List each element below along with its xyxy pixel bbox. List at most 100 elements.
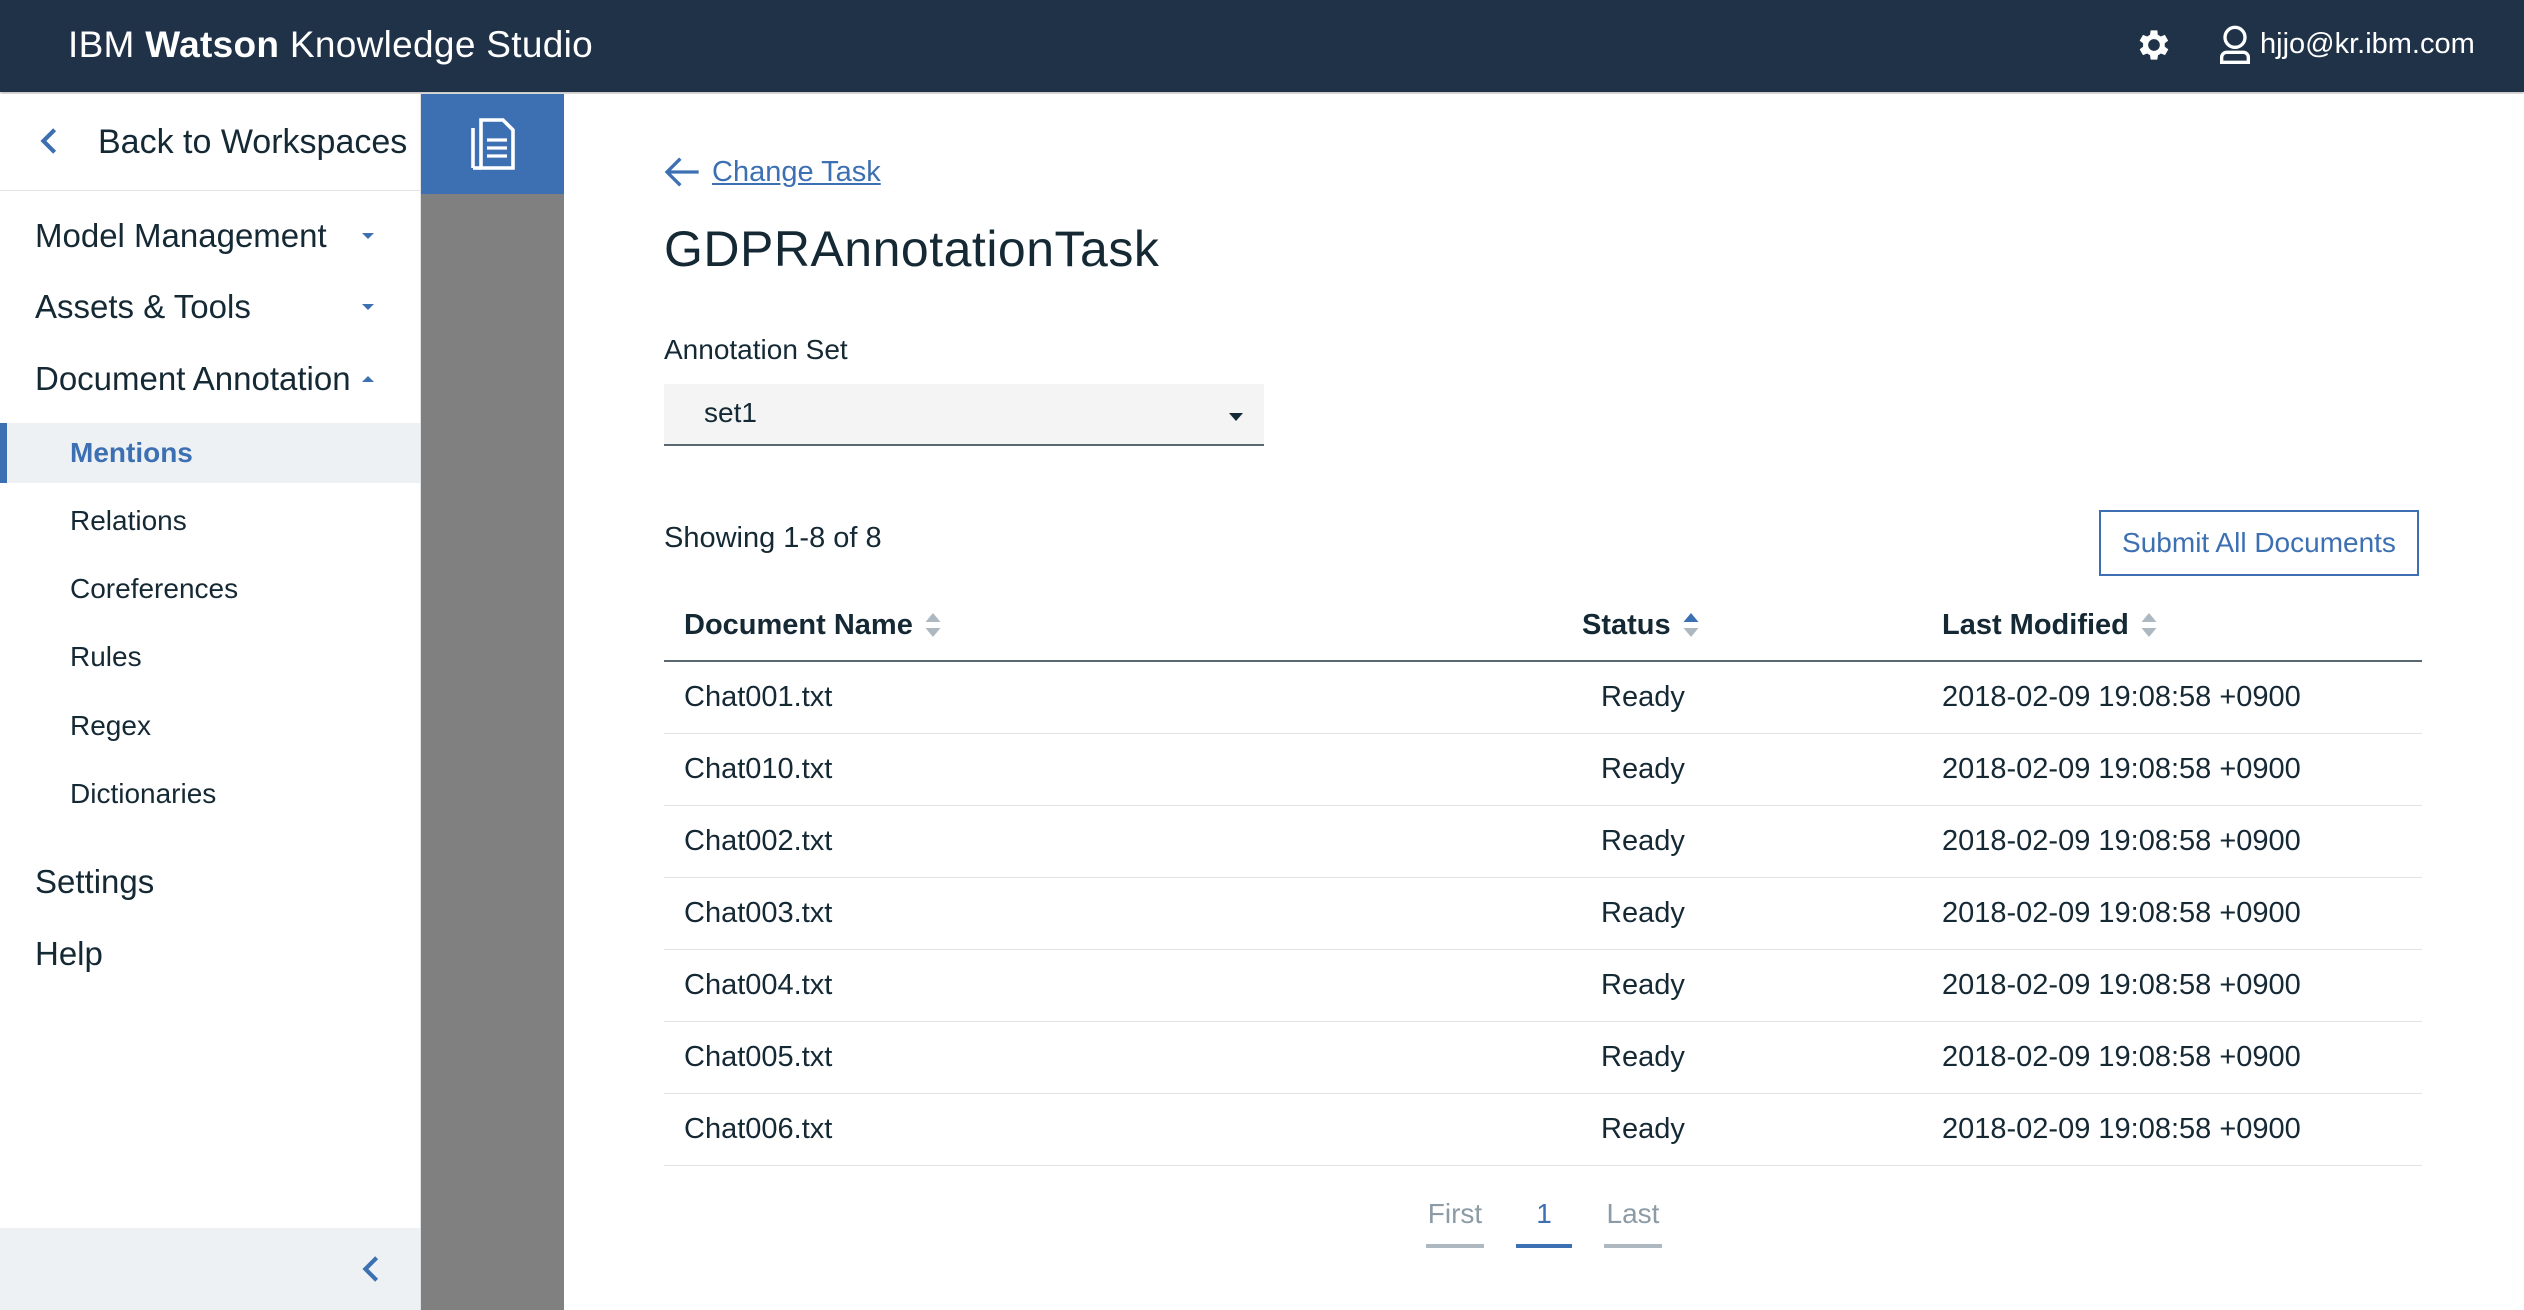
document-status: Ready bbox=[1601, 969, 1685, 1001]
user-icon bbox=[2220, 25, 2250, 64]
table-row[interactable]: Chat010.txt Ready 2018-02-09 19:08:58 +0… bbox=[664, 734, 2422, 806]
documents-table: Document Name Status Last Modified Chat0… bbox=[664, 590, 2422, 1166]
pagination-last-label: Last bbox=[1606, 1198, 1660, 1229]
annotation-set-value: set1 bbox=[704, 397, 757, 428]
document-status: Ready bbox=[1601, 1041, 1685, 1073]
document-name[interactable]: Chat003.txt bbox=[684, 878, 832, 949]
caret-up-icon bbox=[362, 376, 374, 382]
document-status: Ready bbox=[1601, 825, 1685, 857]
pagination-underline bbox=[1604, 1244, 1662, 1248]
nav-label: Help bbox=[35, 935, 103, 972]
document-name[interactable]: Chat004.txt bbox=[684, 950, 832, 1021]
annotation-set-select[interactable]: set1 bbox=[664, 384, 1264, 446]
document-status: Ready bbox=[1601, 753, 1685, 785]
table-row[interactable]: Chat002.txt Ready 2018-02-09 19:08:58 +0… bbox=[664, 806, 2422, 878]
brand-suffix: Knowledge Studio bbox=[289, 24, 593, 65]
document-list-button[interactable] bbox=[421, 94, 564, 194]
document-last-modified: 2018-02-09 19:08:58 +0900 bbox=[1942, 825, 2301, 857]
nav-sub-label: Dictionaries bbox=[70, 778, 217, 809]
document-status: Ready bbox=[1601, 897, 1685, 929]
column-header-label: Document Name bbox=[684, 609, 913, 641]
column-header-document-name[interactable]: Document Name bbox=[684, 590, 943, 660]
back-label: Back to Workspaces bbox=[98, 123, 408, 161]
nav-sub-label: Mentions bbox=[70, 437, 193, 468]
document-name[interactable]: Chat005.txt bbox=[684, 1022, 832, 1093]
nav-label: Model Management bbox=[35, 217, 327, 254]
pagination-underline bbox=[1426, 1244, 1484, 1248]
sort-icon bbox=[925, 613, 941, 637]
pagination-current-label: 1 bbox=[1536, 1198, 1552, 1229]
nav-item-mentions[interactable]: Mentions bbox=[0, 423, 420, 483]
document-last-modified: 2018-02-09 19:08:58 +0900 bbox=[1942, 681, 2301, 713]
nav-item-rules[interactable]: Rules bbox=[0, 627, 420, 687]
column-header-status[interactable]: Status bbox=[1582, 590, 1701, 660]
sort-ascending-icon bbox=[1683, 613, 1699, 637]
gear-icon[interactable] bbox=[2134, 25, 2174, 65]
column-header-label: Last Modified bbox=[1942, 609, 2129, 641]
pagination-first[interactable]: First bbox=[1426, 1192, 1484, 1248]
document-name[interactable]: Chat010.txt bbox=[684, 734, 832, 805]
document-name[interactable]: Chat006.txt bbox=[684, 1094, 832, 1165]
app-brand[interactable]: IBM Watson Knowledge Studio bbox=[68, 0, 593, 92]
document-status: Ready bbox=[1601, 1113, 1685, 1145]
nav-item-dictionaries[interactable]: Dictionaries bbox=[0, 764, 420, 824]
nav-model-management[interactable]: Model Management bbox=[0, 204, 420, 268]
nav-item-regex[interactable]: Regex bbox=[0, 696, 420, 756]
nav-item-relations[interactable]: Relations bbox=[0, 491, 420, 551]
left-nav: Back to Workspaces Model Management Asse… bbox=[0, 94, 421, 1310]
user-email: hjjo@kr.ibm.com bbox=[2260, 27, 2475, 60]
top-header: IBM Watson Knowledge Studio hjjo@kr.ibm.… bbox=[0, 0, 2524, 92]
change-task-label[interactable]: Change Task bbox=[712, 156, 881, 189]
document-last-modified: 2018-02-09 19:08:58 +0900 bbox=[1942, 1113, 2301, 1145]
nav-sub-label: Relations bbox=[70, 505, 187, 536]
nav-sub-label: Regex bbox=[70, 710, 151, 741]
active-indicator bbox=[0, 423, 7, 483]
document-icon bbox=[471, 118, 515, 170]
nav-settings[interactable]: Settings bbox=[0, 850, 420, 914]
collapse-sidebar-button[interactable] bbox=[0, 1228, 420, 1310]
pagination-page-1[interactable]: 1 bbox=[1516, 1192, 1572, 1248]
brand-bold: Watson bbox=[145, 24, 280, 65]
chevron-left-icon bbox=[40, 128, 57, 154]
submit-all-documents-button[interactable]: Submit All Documents bbox=[2099, 510, 2419, 576]
chevron-left-icon bbox=[362, 1256, 379, 1282]
nav-assets-tools[interactable]: Assets & Tools bbox=[0, 275, 420, 339]
table-row[interactable]: Chat003.txt Ready 2018-02-09 19:08:58 +0… bbox=[664, 878, 2422, 950]
document-last-modified: 2018-02-09 19:08:58 +0900 bbox=[1942, 897, 2301, 929]
nav-help[interactable]: Help bbox=[0, 922, 420, 986]
task-rail bbox=[421, 94, 564, 1310]
page-title: GDPRAnnotationTask bbox=[664, 221, 1160, 277]
nav-label: Document Annotation bbox=[35, 360, 351, 397]
table-row[interactable]: Chat005.txt Ready 2018-02-09 19:08:58 +0… bbox=[664, 1022, 2422, 1094]
results-count: Showing 1-8 of 8 bbox=[664, 522, 882, 554]
table-row[interactable]: Chat004.txt Ready 2018-02-09 19:08:58 +0… bbox=[664, 950, 2422, 1022]
arrow-left-icon bbox=[664, 157, 699, 187]
column-header-last-modified[interactable]: Last Modified bbox=[1942, 590, 2159, 660]
annotation-set-label: Annotation Set bbox=[664, 334, 848, 365]
column-header-label: Status bbox=[1582, 609, 1671, 641]
caret-down-icon bbox=[362, 304, 374, 310]
caret-down-icon bbox=[362, 233, 374, 239]
nav-sub-label: Coreferences bbox=[70, 573, 239, 604]
pagination-last[interactable]: Last bbox=[1604, 1192, 1662, 1248]
pagination-underline bbox=[1516, 1244, 1572, 1248]
main-content: Change Task GDPRAnnotationTask Annotatio… bbox=[564, 94, 2524, 1310]
back-to-workspaces-link[interactable]: Back to Workspaces bbox=[0, 94, 420, 191]
nav-label: Settings bbox=[35, 863, 155, 900]
nav-sub-label: Rules bbox=[70, 641, 142, 672]
change-task-link[interactable]: Change Task bbox=[662, 152, 881, 192]
caret-down-icon bbox=[1229, 413, 1243, 421]
document-name[interactable]: Chat001.txt bbox=[684, 662, 832, 733]
document-last-modified: 2018-02-09 19:08:58 +0900 bbox=[1942, 969, 2301, 1001]
document-name[interactable]: Chat002.txt bbox=[684, 806, 832, 877]
pagination-first-label: First bbox=[1427, 1198, 1483, 1229]
document-last-modified: 2018-02-09 19:08:58 +0900 bbox=[1942, 1041, 2301, 1073]
brand-prefix: IBM bbox=[68, 24, 135, 65]
user-menu[interactable]: hjjo@kr.ibm.com bbox=[2218, 22, 2475, 66]
sort-icon bbox=[2141, 613, 2157, 637]
table-row[interactable]: Chat001.txt Ready 2018-02-09 19:08:58 +0… bbox=[664, 662, 2422, 734]
document-last-modified: 2018-02-09 19:08:58 +0900 bbox=[1942, 753, 2301, 785]
nav-document-annotation[interactable]: Document Annotation bbox=[0, 347, 420, 411]
table-row[interactable]: Chat006.txt Ready 2018-02-09 19:08:58 +0… bbox=[664, 1094, 2422, 1166]
nav-item-coreferences[interactable]: Coreferences bbox=[0, 559, 420, 619]
